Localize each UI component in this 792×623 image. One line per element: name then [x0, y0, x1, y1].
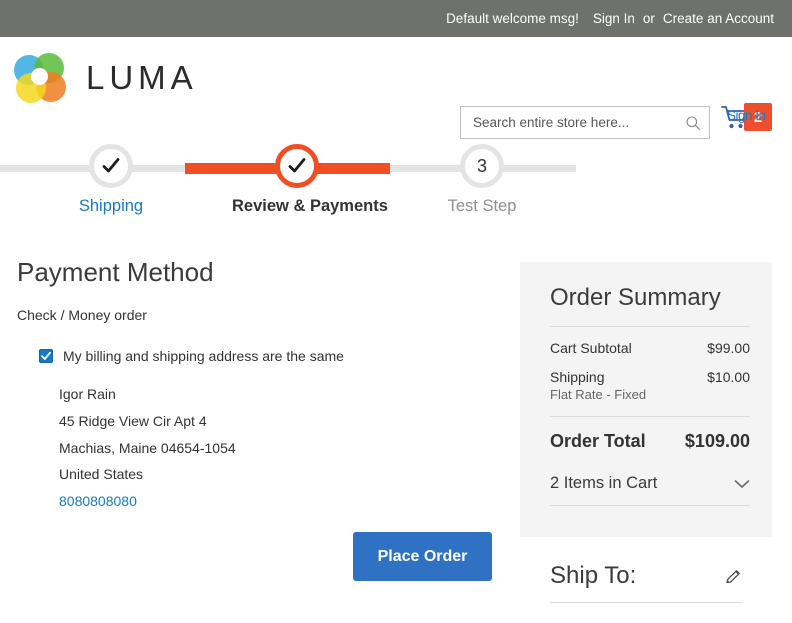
- step-marker-shipping[interactable]: [89, 144, 133, 188]
- order-total-value: $109.00: [684, 431, 750, 451]
- address-country: United States: [59, 466, 144, 483]
- logo[interactable]: LUMA: [14, 53, 198, 103]
- progress-step-test-step[interactable]: 3 Test Step: [417, 144, 547, 216]
- progress-step-label-shipping[interactable]: Shipping: [46, 197, 176, 216]
- items-in-cart-label[interactable]: 2 Items in Cart: [550, 474, 657, 493]
- summary-divider: [550, 416, 750, 417]
- logo-text: LUMA: [86, 59, 198, 96]
- order-summary-title: Order Summary: [550, 284, 750, 327]
- ship-to-header: Ship To:: [550, 562, 742, 603]
- welcome-message: Default welcome msg!: [446, 11, 579, 26]
- summary-label: Cart Subtotal: [550, 340, 632, 356]
- ship-to-block: Ship To:: [550, 562, 742, 603]
- checkmark-icon: [41, 351, 51, 360]
- summary-value: $10.00: [707, 369, 750, 385]
- address-phone[interactable]: 8080808080: [59, 488, 236, 515]
- billing-same-as-shipping-row[interactable]: My billing and shipping address are the …: [39, 348, 344, 364]
- billing-same-checkbox[interactable]: [39, 349, 53, 363]
- step-marker-review-payments[interactable]: [275, 144, 319, 188]
- order-summary-panel: Order Summary Cart Subtotal $99.00 Shipp…: [520, 262, 772, 537]
- address-name: Igor Rain: [59, 386, 116, 402]
- summary-row-cart-subtotal: Cart Subtotal $99.00: [550, 340, 750, 356]
- check-icon: [288, 158, 306, 173]
- address-street: 45 Ridge View Cir Apt 4: [59, 412, 207, 429]
- progress-step-label-test-step: Test Step: [447, 197, 517, 215]
- payment-method-name: Check / Money order: [17, 307, 147, 323]
- shipping-method-subtitle: Flat Rate - Fixed: [550, 387, 647, 402]
- address-city-region-zip: Machias, Maine 04654-1054: [59, 439, 236, 456]
- billing-same-label[interactable]: My billing and shipping address are the …: [63, 348, 344, 364]
- create-account-link[interactable]: Create an Account: [663, 11, 774, 26]
- progress-step-shipping[interactable]: Shipping: [46, 144, 176, 216]
- billing-address-block: Igor Rain 45 Ridge View Cir Apt 4 Machia…: [59, 381, 236, 515]
- sign-in-link[interactable]: Sign In: [593, 11, 635, 26]
- check-icon: [102, 158, 120, 173]
- summary-row-shipping: Shipping $10.00: [550, 369, 750, 385]
- page-title: Payment Method: [17, 257, 214, 288]
- or-separator: or: [642, 11, 655, 26]
- luma-circles-logo-icon: [14, 53, 66, 103]
- order-total-label: Order Total: [550, 431, 646, 451]
- place-order-button[interactable]: Place Order: [353, 532, 492, 581]
- progress-step-review-payments[interactable]: Review & Payments: [232, 144, 388, 216]
- summary-label: Shipping: [550, 369, 605, 385]
- step-marker-test-step[interactable]: 3: [460, 144, 504, 188]
- summary-value: $99.00: [707, 340, 750, 356]
- pencil-icon[interactable]: [725, 568, 742, 585]
- items-in-cart-toggle[interactable]: 2 Items in Cart: [550, 474, 750, 506]
- top-panel: Default welcome msg! Sign In or Create a…: [0, 0, 792, 37]
- cart-overlay-text: Sign In: [727, 108, 766, 123]
- ship-to-title: Ship To:: [550, 562, 637, 589]
- checkout-progress-bar: Shipping Review & Payments 3 Test Step: [0, 122, 792, 215]
- summary-row-order-total: Order Total $109.00: [550, 431, 750, 452]
- site-header: LUMA 2 Sign In: [0, 37, 792, 139]
- step-number: 3: [476, 155, 487, 176]
- progress-step-label-review-payments: Review & Payments: [232, 197, 388, 215]
- chevron-down-icon[interactable]: [734, 479, 750, 489]
- logo-center-hole: [31, 68, 48, 85]
